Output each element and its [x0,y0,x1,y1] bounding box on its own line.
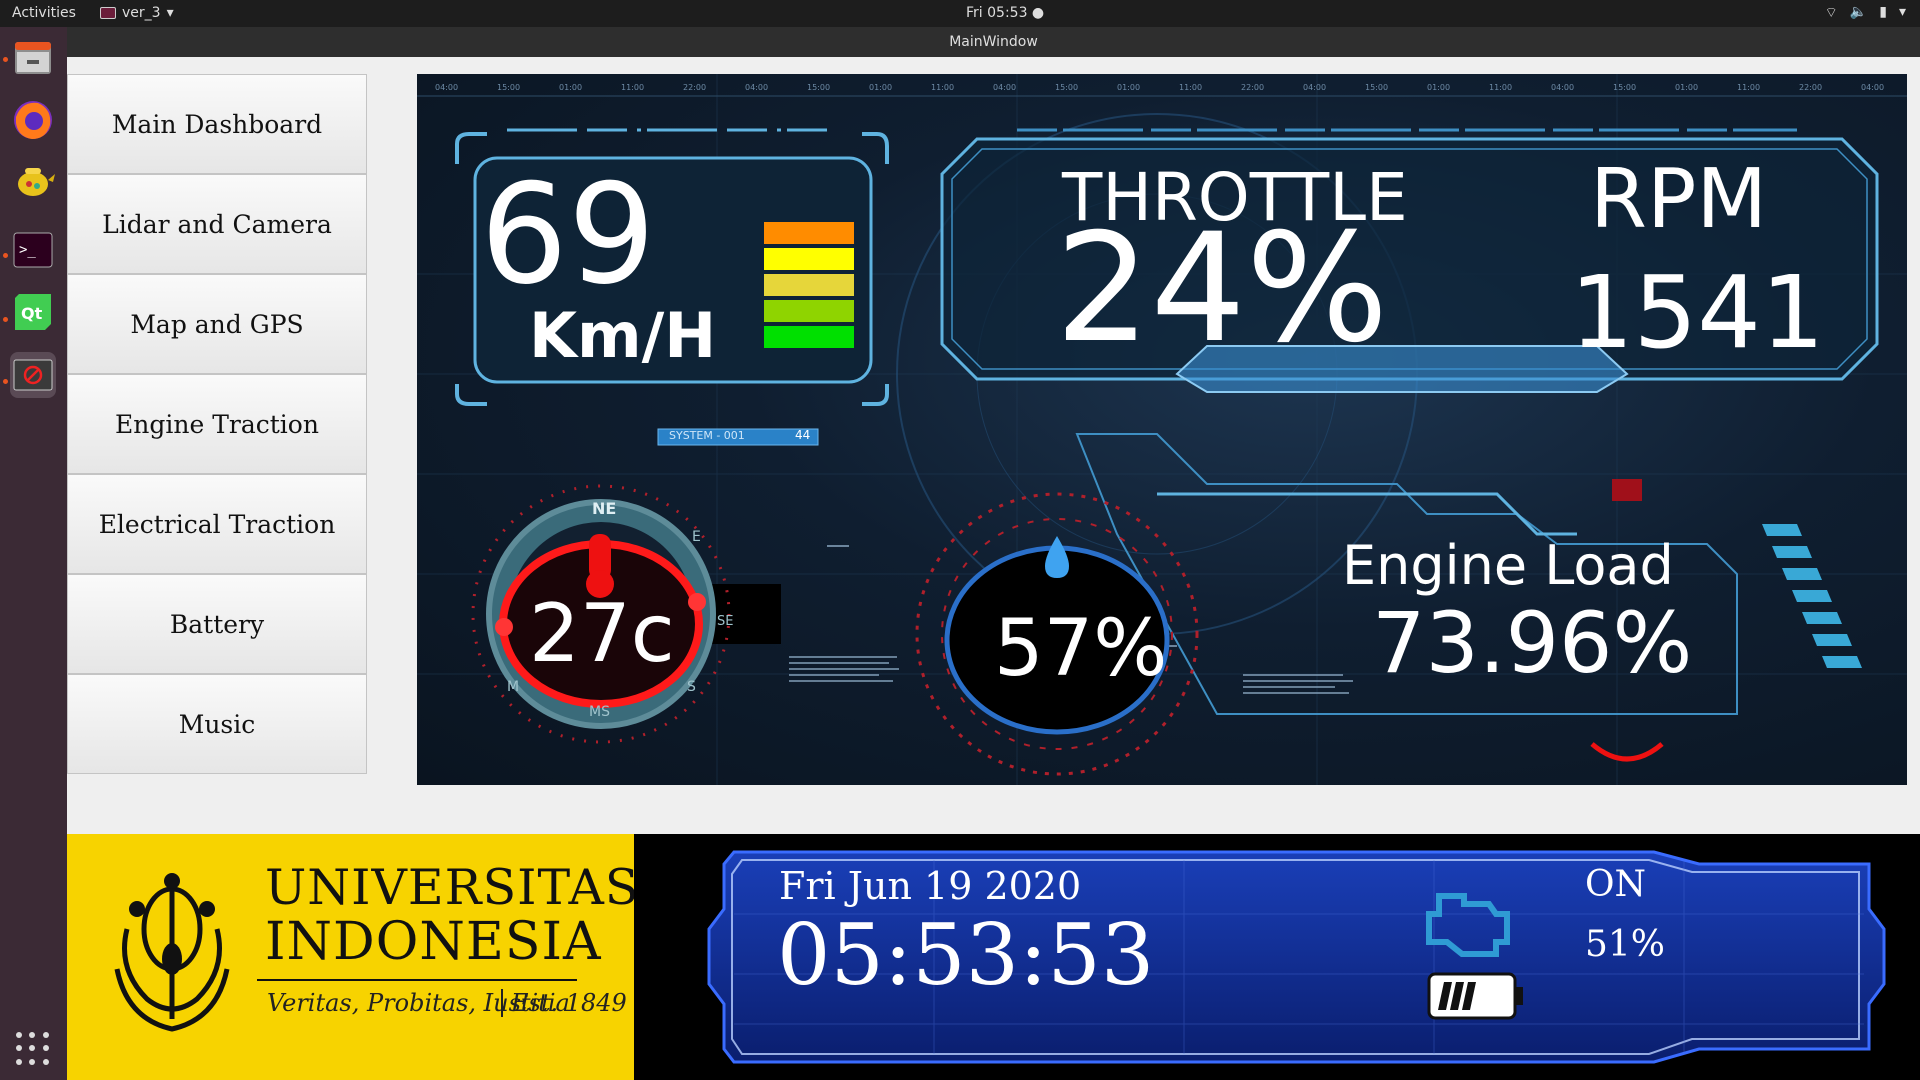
temperature-value: 27c [529,587,675,680]
logo-divider [257,979,577,981]
timeline-tick-label: 11:00 [1179,83,1202,92]
nav-battery-button[interactable]: Battery [67,574,367,674]
svg-text:Qt: Qt [21,304,43,323]
speed-level-bar [764,222,854,244]
compass-ms: MS [589,704,610,720]
firefox-icon[interactable] [10,97,56,143]
timeline-tick-label: 22:00 [1241,83,1264,92]
university-name-line1: UNIVERSITAS [265,859,640,916]
timeline-tick-label: 11:00 [1737,83,1760,92]
status-time: 05:53:53 [777,906,1155,1004]
timeline-tick-label: 04:00 [993,83,1016,92]
show-applications-icon[interactable] [16,1032,50,1066]
timeline-tick-label: 04:00 [1861,83,1884,92]
app-window-icon [100,7,116,19]
compass-m: M [507,679,520,695]
running-indicator [3,379,8,384]
svg-text:>_: >_ [19,242,36,258]
throttle-value: 24% [1055,202,1389,376]
chevron-down-icon: ▾ [166,5,174,21]
system-top-bar: Activities ver_3 ▾ Fri 05:53 ● ⌔ 🔈 ▮ ▾ [0,0,1920,27]
speed-level-bar [764,274,854,296]
app-menu-label: ver_3 [122,5,161,21]
timeline-tick-label: 01:00 [1427,83,1450,92]
timeline-tick-label: 15:00 [1365,83,1388,92]
makara-logo-icon [114,873,230,1032]
compass-se: SE [717,614,734,629]
compass-e: E [692,529,701,545]
nav-main-dashboard-button[interactable]: Main Dashboard [67,74,367,174]
engine-state: ON [1585,864,1647,905]
university-established: Est. 1849 [501,989,627,1017]
terminal-icon[interactable]: >_ [10,227,56,273]
timeline-tick-label: 04:00 [1303,83,1326,92]
timeline-tick-label: 01:00 [1117,83,1140,92]
app-menu[interactable]: ver_3 ▾ [100,5,174,21]
status-panel: Fri Jun 19 2020 05:53:53 ON 51% [634,834,1920,1080]
rpm-value: 1541 [1570,254,1825,371]
timeline-tick-label: 22:00 [683,83,706,92]
timeline-tick-label: 04:00 [435,83,458,92]
rpm-label: RPM [1590,152,1768,247]
system-label: SYSTEM - 001 [669,429,745,442]
timeline-tick-label: 04:00 [745,83,768,92]
activities-button[interactable]: Activities [12,5,76,21]
timeline-tick-label: 15:00 [1055,83,1078,92]
timeline-tick-label: 15:00 [497,83,520,92]
engine-load-label: Engine Load [1342,534,1674,597]
teapot-icon[interactable] [10,157,56,203]
nav-map-gps-button[interactable]: Map and GPS [67,274,367,374]
running-indicator [3,57,8,62]
chevron-down-icon: ▾ [1898,4,1906,20]
water-drop-icon [1045,536,1069,578]
humidity-value: 57% [994,604,1168,694]
battery-tray-icon: ▮ [1879,4,1887,20]
system-tray[interactable]: ⌔ 🔈 ▮ ▾ [1825,4,1906,22]
timeline-tick-label: 15:00 [1613,83,1636,92]
status-date: Fri Jun 19 2020 [779,864,1082,908]
nav-music-button[interactable]: Music [67,674,367,774]
university-logo-panel: UNIVERSITAS INDONESIA Veritas, Probitas,… [67,834,638,1080]
main-window: MainWindow Main Dashboard Lidar and Came… [67,27,1920,1080]
nav-electrical-traction-button[interactable]: Electrical Traction [67,474,367,574]
timeline-tick-label: 01:00 [869,83,892,92]
speed-value: 69 [480,154,656,315]
nav-engine-traction-button[interactable]: Engine Traction [67,374,367,474]
timeline-tick-label: 15:00 [807,83,830,92]
qt-creator-icon[interactable]: Qt [10,289,56,335]
timeline-tick-label: 11:00 [931,83,954,92]
volume-icon: 🔈 [1849,4,1868,20]
speed-unit: Km/H [529,299,717,372]
running-indicator [3,253,8,258]
speed-level-bar [764,326,854,348]
speed-level-bar [764,248,854,270]
timeline-tick-label: 11:00 [1489,83,1512,92]
speed-level-bar [764,300,854,322]
speed-level-bars [764,222,854,352]
timeline-tick-label: 11:00 [621,83,644,92]
running-app-icon[interactable] [10,352,56,398]
compass-s: S [687,679,696,695]
running-indicator [3,317,8,322]
wifi-icon: ⌔ [1824,5,1838,21]
side-navigation: Main Dashboard Lidar and Camera Map and … [67,74,367,774]
battery-percent: 51% [1585,924,1666,965]
compass-ne: NE [592,499,617,518]
engine-load-value: 73.96% [1372,594,1693,692]
battery-icon [1427,972,1523,1020]
window-title: MainWindow [67,27,1920,57]
timeline-tick-label: 01:00 [1675,83,1698,92]
timeline-tick-label: 04:00 [1551,83,1574,92]
nav-lidar-camera-button[interactable]: Lidar and Camera [67,174,367,274]
dashboard-panel: 04:00 15:00 01:00 11:00 22:00 04:00 15:00 01:00… [417,74,1907,785]
dock: >_ Qt [0,27,67,1080]
files-icon[interactable] [10,35,56,81]
university-name-line2: INDONESIA [265,912,602,972]
timeline-tick-label: 22:00 [1799,83,1822,92]
system-clock[interactable]: Fri 05:53 ● [966,5,1044,21]
timeline-tick-label: 01:00 [559,83,582,92]
system-value: 44 [795,428,811,442]
